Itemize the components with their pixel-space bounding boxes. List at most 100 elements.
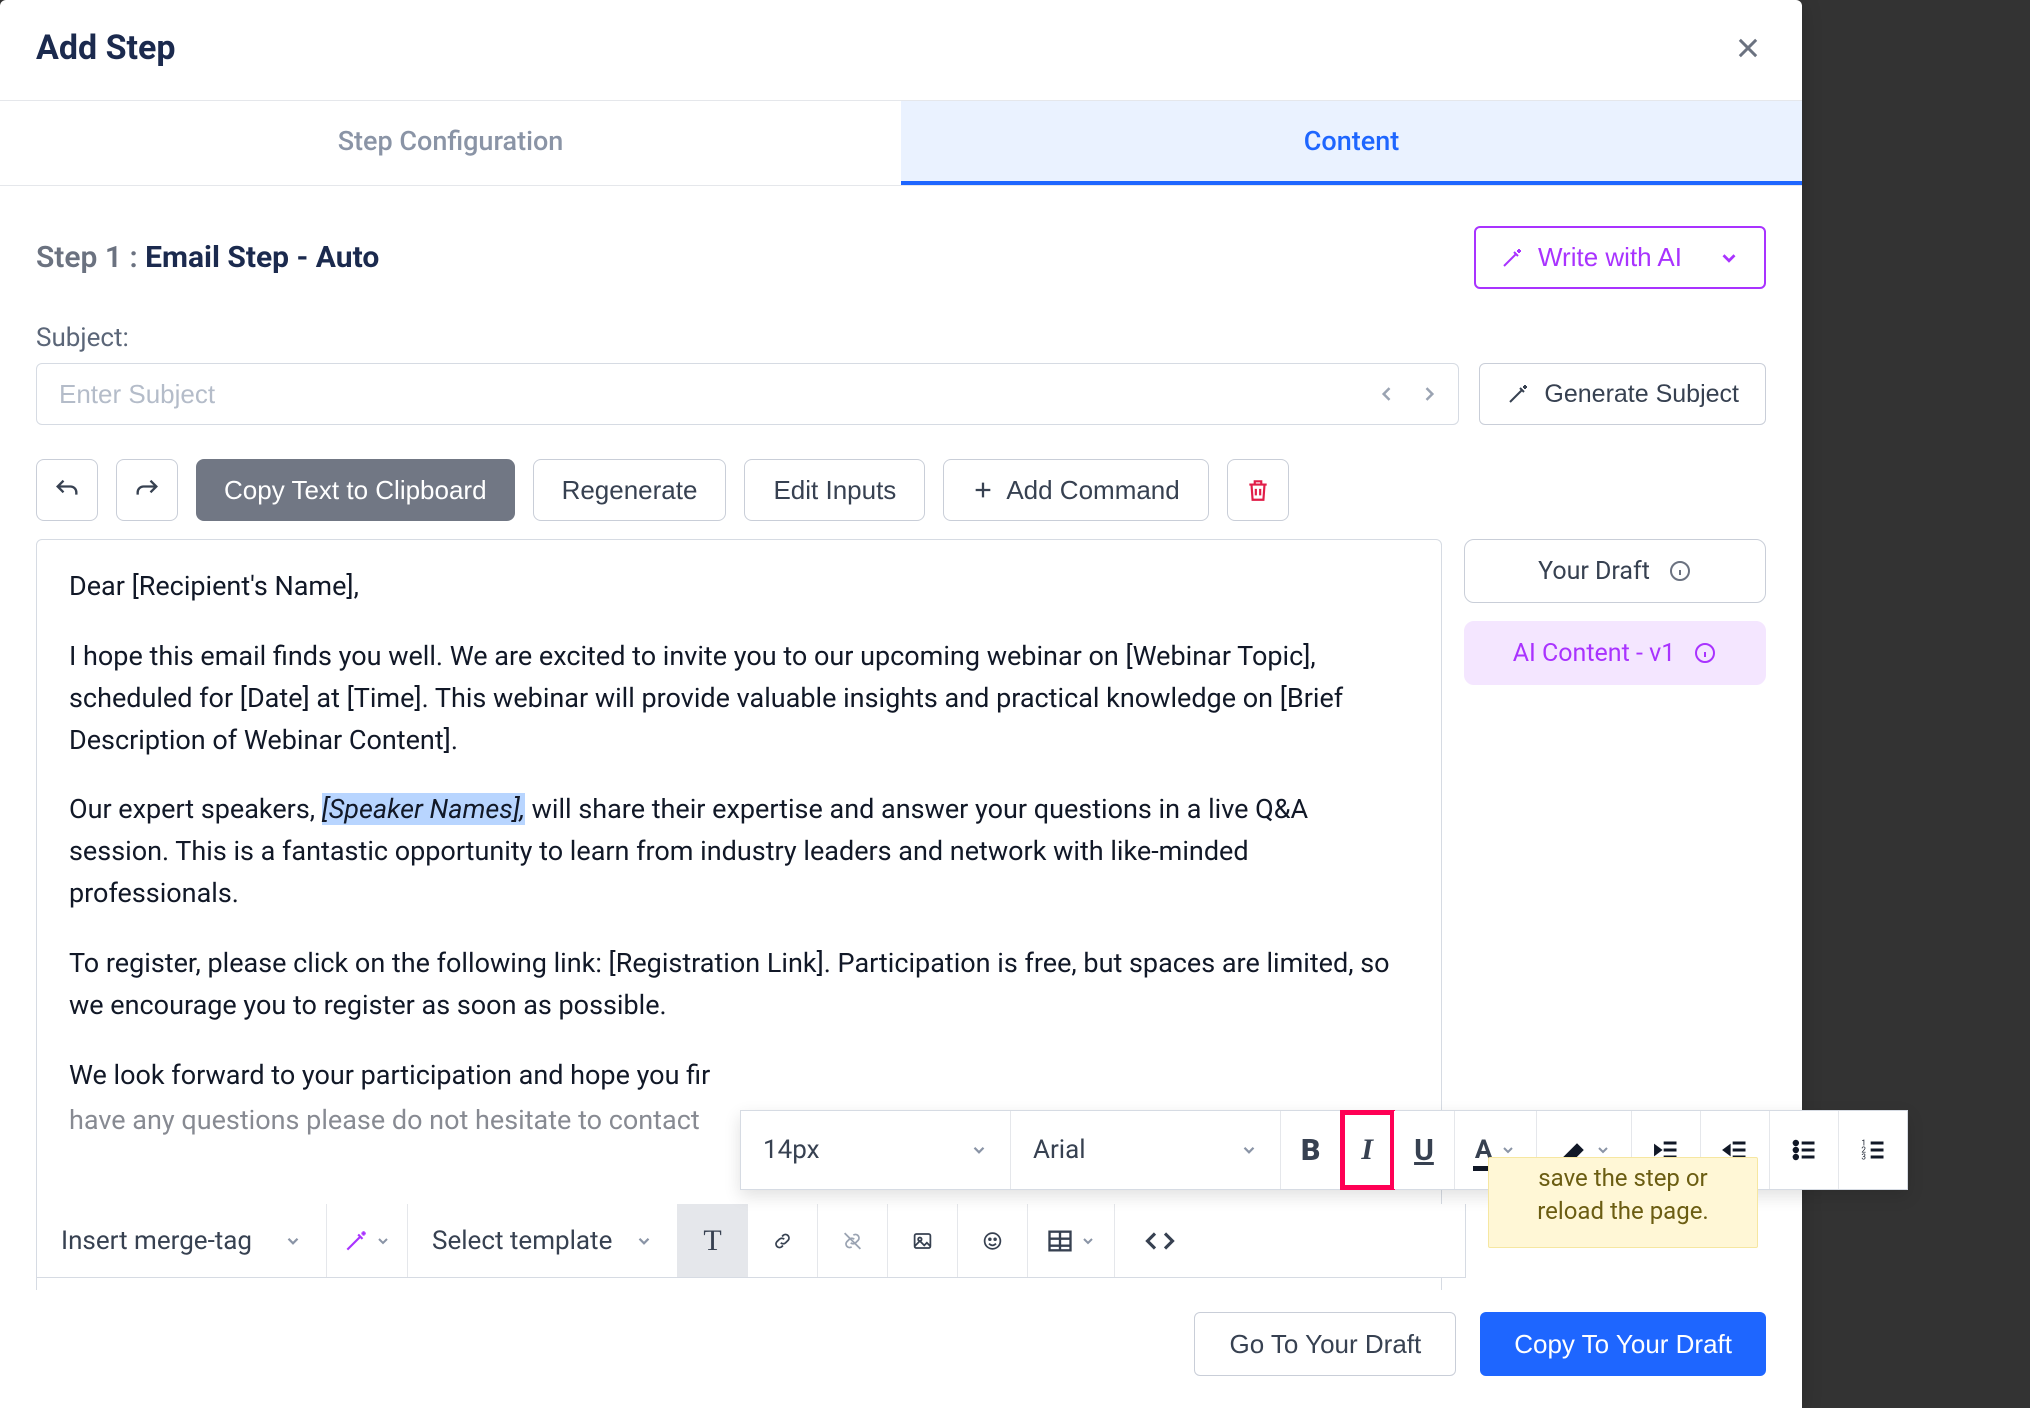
subject-row: Generate Subject [36,363,1766,425]
subject-input-wrapper [36,363,1459,425]
underline-icon: U [1414,1133,1434,1168]
code-view-button[interactable] [1115,1204,1205,1277]
editor-paragraph: To register, please click on the followi… [69,943,1409,1027]
table-icon [1046,1227,1074,1255]
chevron-right-icon [1419,384,1439,404]
table-dropdown[interactable] [1028,1204,1115,1277]
numbered-list-icon: 123 [1859,1136,1887,1164]
editor-action-row: Copy Text to Clipboard Regenerate Edit I… [36,459,1766,521]
link-icon [772,1227,793,1255]
chevron-down-icon [1500,1142,1516,1158]
warning-text: save the step or [1507,1162,1739,1196]
subject-prev-button[interactable] [1366,373,1408,415]
chevron-down-icon [1718,247,1740,269]
italic-icon: I [1361,1133,1373,1167]
text-format-button[interactable]: T [678,1204,748,1277]
subject-next-button[interactable] [1408,373,1450,415]
add-command-label: Add Command [1006,475,1179,506]
select-template-label: Select template [432,1226,612,1256]
write-with-ai-button[interactable]: Write with AI [1474,226,1766,289]
subject-input[interactable] [59,364,1366,424]
unlink-icon [842,1227,863,1255]
link-button[interactable] [748,1204,818,1277]
italic-button[interactable]: I [1341,1111,1394,1189]
close-button[interactable] [1730,30,1766,66]
tab-content[interactable]: Content [901,101,1802,185]
font-family-value: Arial [1033,1135,1086,1165]
step-number: Step 1 : [36,240,145,275]
redo-icon [133,476,161,504]
go-to-draft-button[interactable]: Go To Your Draft [1194,1312,1456,1376]
insert-merge-tag-label: Insert merge-tag [61,1226,252,1256]
ai-wand-dropdown[interactable] [327,1204,408,1277]
image-icon [912,1227,933,1255]
chevron-down-icon [1595,1142,1611,1158]
chevron-down-icon [970,1141,988,1159]
add-command-button[interactable]: Add Command [943,459,1208,521]
font-size-value: 14px [763,1135,820,1165]
close-icon [1734,34,1762,62]
step-title: Step 1 : Email Step - Auto [36,240,379,275]
copy-text-clipboard-button[interactable]: Copy Text to Clipboard [196,459,515,521]
chevron-down-icon [635,1232,653,1250]
chevron-down-icon [375,1233,391,1249]
text-icon: T [703,1224,721,1258]
edit-inputs-button[interactable]: Edit Inputs [744,459,925,521]
unlink-button[interactable] [818,1204,888,1277]
tab-bar: Step Configuration Content [0,100,1802,186]
warning-note: save the step or reload the page. [1488,1157,1758,1248]
emoji-button[interactable] [958,1204,1028,1277]
modal-title: Add Step [36,28,176,68]
bold-icon: B [1301,1133,1320,1168]
editor-text: Our expert speakers, [69,793,322,825]
editor-selection: [Speaker Names], [322,793,525,825]
insert-merge-tag-dropdown[interactable]: Insert merge-tag [37,1204,327,1277]
subject-label: Subject: [36,323,1766,353]
ai-content-label: AI Content - v1 [1513,639,1676,668]
wand-icon [1500,246,1524,270]
ai-content-pill[interactable]: AI Content - v1 [1464,621,1766,685]
wand-icon [1506,382,1530,406]
svg-text:3: 3 [1862,1151,1867,1161]
info-icon [1668,559,1692,583]
version-sidebar: Your Draft AI Content - v1 [1464,539,1766,1408]
editor-paragraph: Dear [Recipient's Name], [69,566,1409,608]
step-name: Email Step - Auto [145,240,379,275]
write-with-ai-label: Write with AI [1538,242,1682,273]
bullet-list-button[interactable] [1770,1111,1839,1189]
chevron-down-icon [1080,1233,1096,1249]
emoji-icon [982,1227,1003,1255]
plus-icon [972,479,994,501]
chevron-left-icon [1377,384,1397,404]
wand-icon [343,1228,369,1254]
generate-subject-button[interactable]: Generate Subject [1479,363,1766,425]
generate-subject-label: Generate Subject [1544,380,1739,409]
add-step-modal: Add Step Step Configuration Content Step… [0,0,1802,1408]
delete-button[interactable] [1227,459,1289,521]
underline-button[interactable]: U [1394,1111,1455,1189]
undo-button[interactable] [36,459,98,521]
editor-paragraph: I hope this email finds you well. We are… [69,636,1409,762]
image-button[interactable] [888,1204,958,1277]
chevron-down-icon [1240,1141,1258,1159]
bold-button[interactable]: B [1281,1111,1341,1189]
redo-button[interactable] [116,459,178,521]
trash-icon [1245,477,1271,503]
editor-paragraph: We look forward to your participation an… [69,1055,1409,1097]
warning-text: reload the page. [1507,1195,1739,1229]
font-family-dropdown[interactable]: Arial [1011,1111,1281,1189]
numbered-list-button[interactable]: 123 [1839,1111,1907,1189]
info-icon [1693,641,1717,665]
tab-step-configuration[interactable]: Step Configuration [0,101,901,185]
bullet-list-icon [1790,1136,1818,1164]
copy-to-draft-button[interactable]: Copy To Your Draft [1480,1312,1766,1376]
chevron-down-icon [284,1232,302,1250]
code-icon [1145,1226,1175,1256]
regenerate-button[interactable]: Regenerate [533,459,727,521]
editor-bottom-toolbar: Insert merge-tag Select template T [36,1204,1466,1278]
your-draft-pill[interactable]: Your Draft [1464,539,1766,603]
modal-header: Add Step [0,0,1802,100]
font-size-dropdown[interactable]: 14px [741,1111,1011,1189]
your-draft-label: Your Draft [1538,557,1650,586]
select-template-dropdown[interactable]: Select template [408,1204,678,1277]
